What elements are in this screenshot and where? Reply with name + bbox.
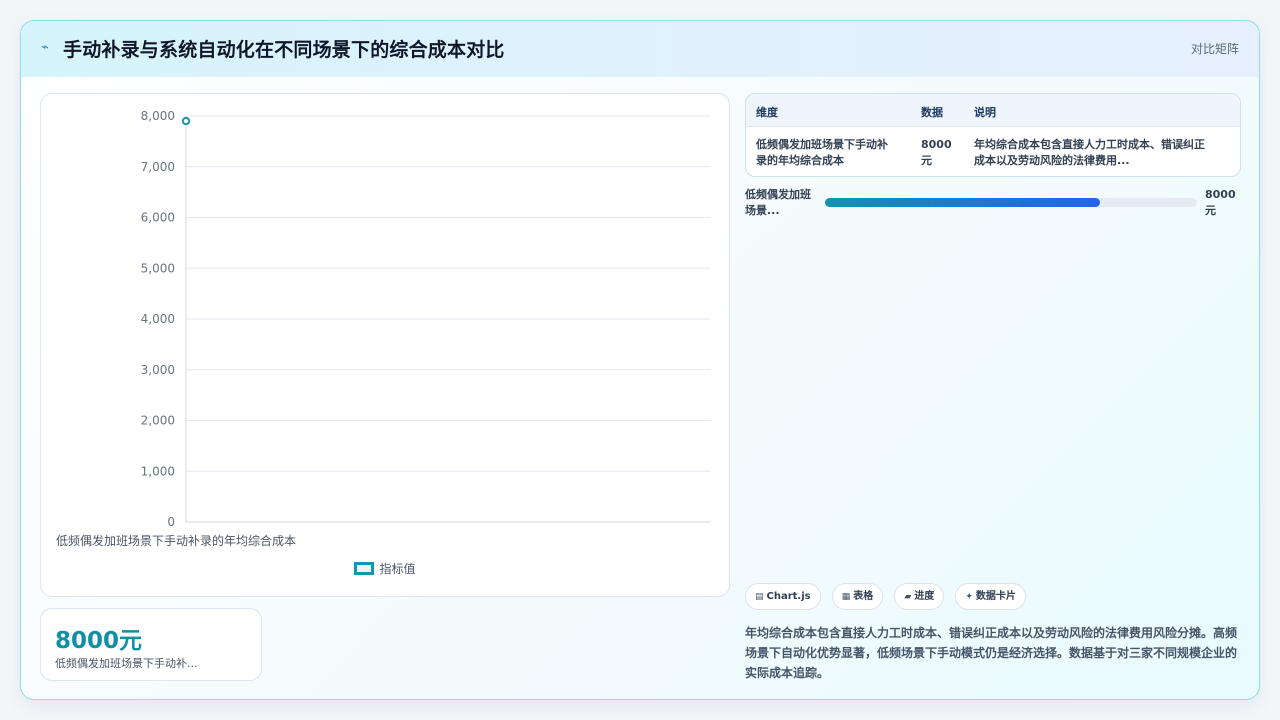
y-tick-label: 4,000 (141, 312, 175, 326)
chart-icon: ▤ (755, 592, 764, 602)
sparkle-icon: ✦ (965, 592, 973, 602)
view-chips: ▤ Chart.js ▦ 表格 ▰ 进度 ✦ 数据卡片 (745, 583, 1032, 611)
column-header-value: 数据 (921, 106, 943, 119)
y-tick-label: 0 (167, 515, 175, 529)
chip-label: Chart.js (766, 591, 811, 602)
column-header-dimension: 维度 (756, 106, 778, 119)
y-tick-label: 5,000 (141, 261, 175, 275)
chip-table[interactable]: ▦ 表格 (831, 583, 884, 610)
chip-chartjs[interactable]: ▤ Chart.js (745, 583, 821, 610)
card-header: ⌁ 手动补录与系统自动化在不同场景下的综合成本对比 对比矩阵 (21, 21, 1259, 77)
y-tick-label: 7,000 (141, 160, 175, 174)
chart-panel: 0 1,000 2,000 3,000 4,000 5,000 6,000 7,000 8,00… (40, 93, 730, 597)
table-header-row: 维度 数据 说明 (746, 94, 1240, 127)
y-tick-label: 1,000 (141, 464, 175, 478)
cell-value-line: 8000 (921, 138, 952, 151)
cell-dimension-line: 录的年均综合成本 (756, 154, 844, 167)
view-mode-label[interactable]: 对比矩阵 (1191, 40, 1239, 57)
line-chart: 0 1,000 2,000 3,000 4,000 5,000 6,000 7,000 8,00… (56, 109, 711, 548)
y-tick-label: 2,000 (141, 414, 175, 428)
cell-dimension-line: 低频偶发加班场景下手动补 (756, 138, 888, 151)
chip-label: 数据卡片 (975, 591, 1016, 602)
table-icon: ▦ (841, 592, 851, 602)
progress-label-line: 场景... (745, 204, 780, 217)
data-point (181, 116, 191, 126)
cell-value-line: 元 (921, 154, 932, 167)
stat-value: 8000元 (55, 628, 143, 654)
progress-row: 低频偶发加班 场景... 8000 元 (745, 187, 1241, 223)
x-tick-label: 低频偶发加班场景下手动补录的年均综合成本 (56, 533, 296, 548)
chip-label: 表格 (853, 591, 874, 602)
comparison-card: ⌁ 手动补录与系统自动化在不同场景下的综合成本对比 对比矩阵 0 1,000 2,0… (20, 20, 1260, 700)
chart-legend[interactable]: 指标值 (41, 560, 729, 577)
chip-label: 进度 (914, 591, 935, 602)
data-table: 维度 数据 说明 低频偶发加班场景下手动补 录的年均综合成本 8000 元 年均… (745, 93, 1241, 177)
legend-label: 指标值 (379, 562, 416, 576)
sparkline-icon: ⌁ (41, 40, 49, 55)
chip-progress[interactable]: ▰ 进度 (894, 583, 945, 610)
cell-description-line: 成本以及劳动风险的法律费用... (974, 154, 1130, 167)
progress-label: 低频偶发加班 场景... (745, 187, 821, 219)
y-tick-label: 3,000 (141, 363, 175, 377)
cell-description-line: 年均综合成本包含直接人力工时成本、错误纠正 (974, 138, 1205, 151)
chip-data-card[interactable]: ✦ 数据卡片 (955, 583, 1026, 610)
stat-card: 8000元 低频偶发加班场景下手动补... (40, 608, 262, 681)
progress-label-line: 低频偶发加班 (745, 188, 811, 201)
stat-label: 低频偶发加班场景下手动补... (55, 657, 198, 670)
progress-value-line: 8000 (1205, 188, 1236, 201)
progress-track (825, 198, 1197, 207)
progress-fill (825, 198, 1101, 207)
legend-swatch (354, 562, 375, 575)
column-header-description: 说明 (974, 106, 996, 119)
y-tick-label: 8,000 (141, 109, 175, 123)
progress-value: 8000 元 (1205, 187, 1236, 219)
progress-value-line: 元 (1205, 204, 1216, 217)
progress-icon: ▰ (904, 592, 912, 602)
page-title: 手动补录与系统自动化在不同场景下的综合成本对比 (63, 39, 505, 61)
y-tick-label: 6,000 (141, 211, 175, 225)
footnote-text: 年均综合成本包含直接人力工时成本、错误纠正成本以及劳动风险的法律费用风险分摊。高… (745, 626, 1238, 680)
